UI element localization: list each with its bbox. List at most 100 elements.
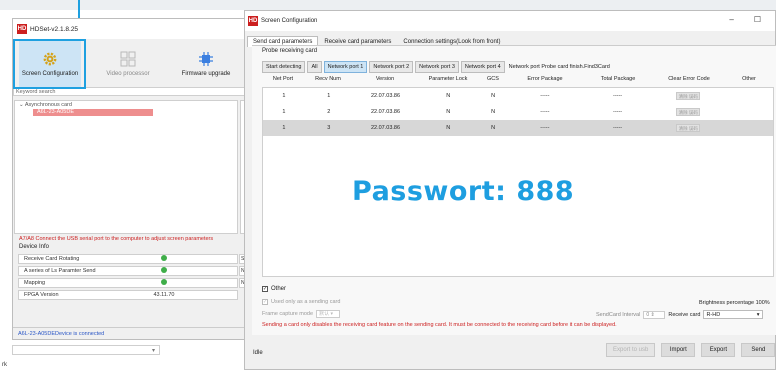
start-detecting-button[interactable]: Start detecting: [262, 61, 306, 73]
network-port-4-button[interactable]: Network port 4: [460, 61, 505, 73]
frame-capture-select[interactable]: 默认 ▾: [316, 310, 341, 318]
clear-error-button[interactable]: 清除 误码: [676, 92, 701, 100]
used-only-checkbox[interactable]: ✓: [262, 299, 268, 305]
check-ok-icon: [161, 279, 167, 285]
column-header: GCS: [487, 76, 499, 82]
annotation-highlight: [13, 39, 86, 89]
partial-text: rk: [2, 362, 7, 368]
table-row[interactable]: 1 2 22.07.03.86 N N ----- ----- 清除 误码: [263, 104, 773, 120]
cell-parameter-lock: N: [446, 109, 451, 115]
export-to-usb-button[interactable]: Export to usb: [606, 343, 656, 357]
tree-item-device[interactable]: A6L-23-A05DE: [33, 109, 153, 116]
probe-heading: Probe receiving card: [262, 48, 318, 54]
info-row-value: [134, 255, 194, 263]
interval-label: SendCard Interval: [596, 311, 641, 318]
firmware-upgrade-label: Firmware upgrade: [181, 71, 231, 77]
other-checkbox[interactable]: ✓: [262, 286, 268, 292]
info-row-label: A series of Ls Paramter Send: [24, 268, 96, 274]
chevron-down-icon: ▾: [756, 312, 760, 318]
firmware-upgrade-button[interactable]: Firmware upgrade: [175, 41, 237, 87]
fpga-version-value: 43.11.70: [153, 292, 175, 298]
other-label: Other: [271, 286, 287, 292]
cell-clear-error: 清除 误码: [653, 108, 723, 116]
info-row-label: Receive Card Rotating: [24, 256, 80, 262]
app-title: HDSet-v2.1.8.25: [30, 25, 79, 33]
cell-recv-num: 1: [327, 93, 331, 99]
info-row-label: Mapping: [24, 280, 46, 286]
cell-version: 22.07.03.86: [370, 93, 401, 99]
chevron-down-icon[interactable]: ⌄: [19, 102, 24, 108]
used-only-label: Used only as a sending card: [271, 299, 341, 305]
video-processor-button[interactable]: Video processor: [97, 41, 159, 87]
sc-titlebar: HD Screen Configuration: [245, 11, 775, 31]
device-info-heading: Device Info: [19, 244, 50, 250]
cell-net-port: 1: [282, 109, 286, 115]
cell-recv-num: 3: [327, 125, 331, 131]
cell-total-package: -----: [612, 109, 623, 115]
minimize-button[interactable]: –: [729, 15, 733, 24]
hd-logo: HD: [248, 16, 258, 26]
cell-error-package: -----: [540, 125, 550, 131]
cell-total-package: -----: [612, 125, 623, 131]
cell-recv-num: 2: [327, 109, 331, 115]
probe-status: Network port Probe card finish.Find3Card: [508, 64, 610, 70]
clear-error-button[interactable]: 清除 误码: [676, 108, 701, 116]
cell-parameter-lock: N: [446, 125, 451, 131]
cell-net-port: 1: [282, 125, 286, 131]
device-info-grid: Receive Card Rotating A series of Ls Par…: [18, 254, 238, 302]
send-button[interactable]: Send: [741, 343, 776, 357]
cell-clear-error: 清除 误码: [653, 92, 723, 100]
bottom-combobox[interactable]: ▾: [12, 345, 160, 355]
video-processor-icon: [120, 51, 136, 67]
column-header: Recv Num: [315, 76, 341, 82]
cell-net-port: 1: [282, 93, 286, 99]
import-button[interactable]: Import: [661, 343, 696, 357]
tree-group-asynchronous[interactable]: ⌄ Asynchronous card: [15, 101, 237, 109]
receive-card-value: R-HD: [706, 312, 721, 318]
cell-clear-error: 清除 误码: [653, 124, 723, 132]
frame-capture-row: Frame capture mode 默认 ▾: [262, 310, 341, 318]
brightness-label: Brightness percentage: [699, 300, 755, 306]
device-tree: ⌄ Asynchronous card A6L-23-A05DE: [14, 100, 238, 234]
info-row: A series of Ls Paramter Send: [18, 266, 238, 276]
column-header: Net Port: [272, 76, 294, 82]
status-idle: Idle: [253, 350, 263, 356]
cell-parameter-lock: N: [446, 93, 451, 99]
maximize-button[interactable]: ☐: [754, 15, 761, 24]
probe-toolbar: Start detecting All Network port 1 Netwo…: [262, 61, 610, 73]
hd-logo: HD: [17, 24, 27, 34]
info-row-value: [134, 267, 194, 275]
info-row: Receive Card Rotating: [18, 254, 238, 264]
brightness-value[interactable]: 100%: [756, 300, 770, 306]
network-port-3-button[interactable]: Network port 3: [415, 61, 459, 73]
interval-row: SendCard Interval 0 ⇕ Receive card R-HD ▾: [596, 310, 764, 319]
usb-serial-message: A7/A8 Connect the USB serial port to the…: [19, 236, 214, 242]
table-row[interactable]: 1 1 22.07.03.86 N N ----- ----- 清除 误码: [263, 88, 773, 104]
info-row: Mapping: [18, 278, 238, 288]
cell-total-package: -----: [612, 93, 623, 99]
all-button[interactable]: All: [307, 61, 322, 73]
network-port-1-button[interactable]: Network port 1: [323, 61, 368, 73]
brightness-row: Brightness percentage 100%: [699, 300, 770, 306]
video-processor-label: Video processor: [106, 71, 150, 77]
cell-gcs: N: [491, 109, 496, 115]
tree-group-label: Asynchronous card: [24, 102, 72, 108]
column-header: Version: [375, 76, 395, 82]
chevron-down-icon: ▾: [151, 348, 155, 354]
check-ok-icon: [161, 255, 167, 261]
column-header: Parameter Lock: [428, 76, 468, 82]
used-only-row: ✓ Used only as a sending card: [262, 299, 340, 305]
cell-error-package: -----: [540, 109, 550, 115]
interval-spinbox[interactable]: 0 ⇕: [643, 310, 666, 319]
window-title: Screen Configuration: [261, 18, 318, 24]
cell-gcs: N: [491, 125, 496, 131]
table-row[interactable]: 1 3 22.07.03.86 N N ----- ----- 清除 误码: [263, 120, 773, 136]
clear-error-button[interactable]: 清除 误码: [676, 124, 701, 132]
receive-card-select[interactable]: R-HD ▾: [703, 310, 764, 319]
connection-status: A6L-23-A05DEDevice is connected: [18, 331, 105, 337]
column-header: Error Package: [527, 76, 563, 82]
cell-error-package: -----: [540, 93, 550, 99]
export-button[interactable]: Export: [701, 343, 736, 357]
hdset-status-bar: A6L-23-A05DEDevice is connected: [13, 327, 253, 339]
network-port-2-button[interactable]: Network port 2: [369, 61, 414, 73]
